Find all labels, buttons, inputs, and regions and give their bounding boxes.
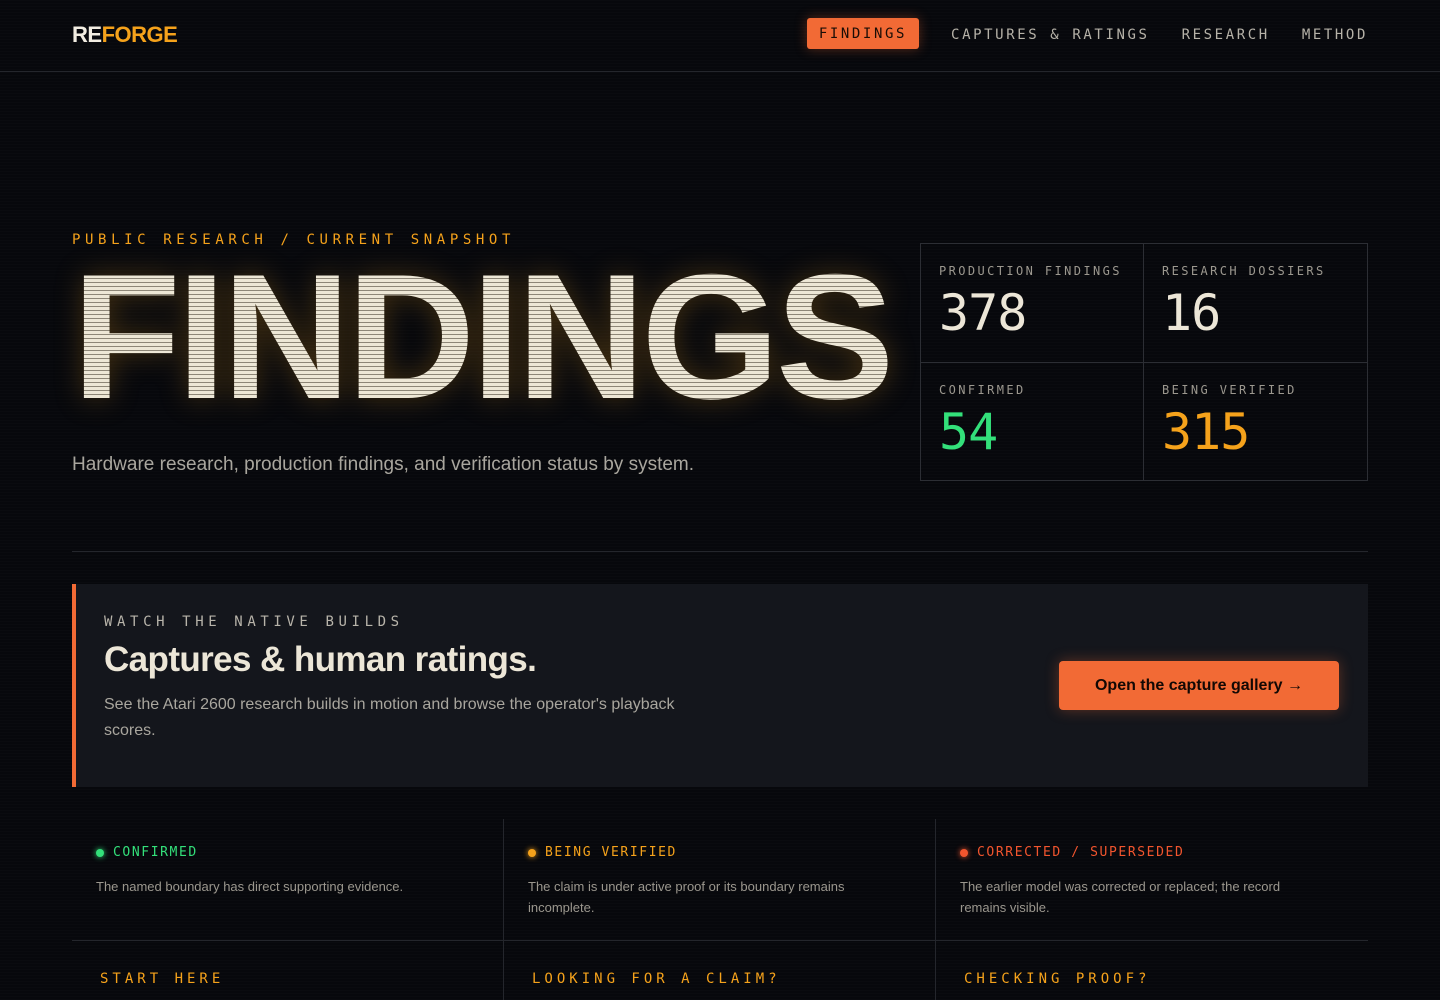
status-description: The claim is under active proof or its b…	[528, 879, 845, 915]
status-legend: CONFIRMED The named boundary has direct …	[72, 819, 1368, 1000]
start-here-heading: START HERE	[100, 971, 225, 987]
stat-label: CONFIRMED	[939, 383, 1026, 397]
logo[interactable]: REFORGE	[72, 22, 178, 48]
status-column-confirmed: CONFIRMED The named boundary has direct …	[72, 819, 504, 1000]
capture-card: WATCH THE NATIVE BUILDS Captures & human…	[72, 584, 1368, 787]
main-nav: FINDINGS CAPTURES & RATINGS RESEARCH MET…	[806, 18, 1368, 49]
status-label: CORRECTED / SUPERSEDED	[977, 845, 1185, 860]
status-heading: CORRECTED / SUPERSEDED	[960, 845, 1344, 860]
status-column-corrected: CORRECTED / SUPERSEDED The earlier model…	[936, 819, 1368, 1000]
status-description: The named boundary has direct supporting…	[96, 879, 404, 894]
nav-method[interactable]: METHOD	[1302, 25, 1368, 43]
checking-proof-heading: CHECKING PROOF?	[964, 971, 1151, 987]
capture-card-eyebrow: WATCH THE NATIVE BUILDS	[104, 614, 404, 630]
status-dot-icon	[96, 848, 104, 857]
capture-card-description: See the Atari 2600 research builds in mo…	[104, 696, 675, 739]
logo-re: RE	[72, 22, 102, 47]
stat-value: 378	[939, 284, 1027, 342]
stat-label: RESEARCH DOSSIERS	[1162, 264, 1326, 278]
nav-findings[interactable]: FINDINGS	[806, 18, 920, 49]
page-title: FINDINGS	[72, 237, 894, 436]
status-column-being-verified: BEING VERIFIED The claim is under active…	[504, 819, 936, 1000]
status-label: CONFIRMED	[113, 845, 198, 860]
status-dot-icon	[960, 848, 968, 857]
capture-card-title: Captures & human ratings.	[104, 640, 537, 679]
looking-for-claim-heading: LOOKING FOR A CLAIM?	[532, 971, 781, 987]
logo-forge: FORGE	[101, 22, 178, 47]
status-description: The earlier model was corrected or repla…	[960, 879, 1281, 915]
section-divider	[72, 551, 1368, 552]
stat-confirmed: CONFIRMED 54	[921, 363, 1144, 481]
stats-panel: PRODUCTION FINDINGS 378 RESEARCH DOSSIER…	[920, 243, 1368, 481]
nav-captures-ratings[interactable]: CAPTURES & RATINGS	[951, 25, 1150, 43]
stat-production-findings: PRODUCTION FINDINGS 378	[921, 244, 1144, 363]
stat-being-verified: BEING VERIFIED 315	[1144, 363, 1367, 481]
top-bar: REFORGE FINDINGS CAPTURES & RATINGS RESE…	[0, 0, 1440, 72]
stat-value: 16	[1162, 284, 1221, 342]
nav-research[interactable]: RESEARCH	[1182, 25, 1270, 43]
stat-research-dossiers: RESEARCH DOSSIERS 16	[1144, 244, 1367, 363]
stat-value: 54	[939, 403, 998, 461]
open-capture-gallery-button[interactable]: Open the capture gallery →	[1059, 661, 1339, 710]
stat-label: BEING VERIFIED	[1162, 383, 1297, 397]
stat-value: 315	[1162, 403, 1250, 461]
stat-label: PRODUCTION FINDINGS	[939, 264, 1122, 278]
status-heading: BEING VERIFIED	[528, 845, 911, 860]
status-dot-icon	[528, 848, 536, 857]
status-heading: CONFIRMED	[96, 845, 479, 860]
status-label: BEING VERIFIED	[545, 845, 677, 860]
hero-subtitle: Hardware research, production findings, …	[72, 454, 695, 475]
